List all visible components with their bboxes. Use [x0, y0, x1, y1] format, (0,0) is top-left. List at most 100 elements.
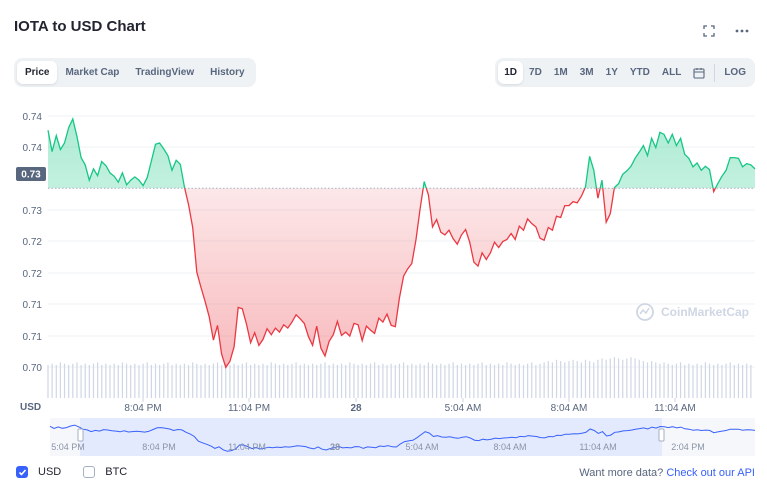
y-tick-label: 0.71 — [23, 300, 43, 311]
y-axis: 0.74 0.74 0.73 0.72 0.72 0.71 0.71 0.70 — [23, 112, 43, 374]
volume-bar — [88, 365, 90, 398]
volume-bar — [357, 365, 359, 398]
volume-bar — [659, 363, 661, 398]
y-tick-label: 0.74 — [23, 112, 43, 123]
volume-bar — [212, 363, 214, 398]
volume-bar — [72, 363, 74, 398]
legend-usd[interactable]: USD — [16, 466, 61, 478]
volume-bar — [179, 365, 181, 398]
volume-bar — [423, 365, 425, 398]
volume-bar — [721, 365, 723, 398]
volume-bar — [626, 358, 628, 398]
volume-bar — [667, 363, 669, 398]
volume-bar — [502, 365, 504, 398]
volume-bar — [125, 363, 128, 398]
checkbox-unchecked-icon[interactable] — [83, 466, 96, 478]
price-chart: 0.74 0.74 0.73 0.72 0.72 0.71 0.71 0.70 0.73 US… — [16, 112, 756, 456]
navigator-tick-label: 11:04 AM — [579, 442, 616, 452]
volume-bar — [456, 365, 458, 398]
volume-bar — [638, 359, 640, 398]
volume-bar — [192, 362, 194, 398]
x-tick-label: 11:04 PM — [228, 403, 270, 414]
volume-bar — [493, 365, 496, 398]
navigator-left-handle[interactable] — [77, 428, 84, 442]
volume-bar — [142, 363, 144, 398]
volume-bar — [522, 365, 525, 398]
y-tick-label: 0.71 — [23, 332, 43, 343]
volume-bar — [436, 365, 438, 398]
volume-bar — [361, 363, 363, 398]
volume-bar — [717, 363, 719, 398]
volume-bar — [312, 363, 314, 398]
volume-bar — [741, 365, 744, 398]
volume-bar — [671, 365, 673, 398]
volume-bar — [270, 362, 272, 398]
volume-bar — [551, 362, 554, 398]
volume-bar — [725, 363, 727, 398]
volume-bar — [245, 362, 248, 398]
volume-bar — [328, 365, 330, 398]
volume-bar — [378, 365, 380, 398]
volume-bars — [47, 357, 752, 398]
volume-bar — [303, 363, 305, 398]
navigator-tick-label: 2:04 PM — [671, 442, 705, 452]
volume-bar — [663, 362, 665, 398]
volume-bar — [713, 365, 715, 398]
volume-bar — [163, 363, 165, 398]
legend-btc[interactable]: BTC — [83, 466, 127, 478]
volume-bar — [97, 362, 99, 398]
volume-bar — [655, 362, 657, 398]
volume-bar — [704, 362, 706, 398]
checkbox-checked-icon[interactable] — [16, 466, 28, 478]
volume-bar — [402, 362, 405, 398]
volume-bar — [630, 357, 632, 398]
volume-bar — [580, 362, 582, 398]
currency-axis-label: USD — [20, 402, 41, 413]
volume-bar — [225, 363, 227, 398]
volume-bar — [750, 365, 752, 398]
volume-bar — [642, 361, 644, 398]
watermark: CoinMarketCap — [636, 303, 749, 321]
volume-bar — [345, 365, 347, 398]
volume-bar — [535, 365, 537, 398]
volume-bar — [729, 362, 731, 398]
volume-bar — [171, 365, 173, 398]
volume-bar — [651, 361, 653, 398]
watermark-text: CoinMarketCap — [661, 305, 749, 319]
volume-bar — [613, 357, 616, 398]
volume-bar — [340, 363, 343, 398]
baseline-badge: 0.73 — [16, 167, 46, 181]
volume-bar — [431, 363, 434, 398]
volume-bar — [696, 363, 698, 398]
volume-bar — [332, 363, 334, 398]
volume-bar — [175, 363, 177, 398]
navigator-tick-label: 11:04 PM — [228, 442, 266, 452]
volume-bar — [287, 365, 289, 398]
volume-bar — [68, 365, 70, 398]
volume-bar — [63, 363, 66, 398]
navigator-right-handle[interactable] — [658, 428, 665, 442]
volume-bar — [407, 365, 409, 398]
volume-bar — [510, 363, 512, 398]
y-tick-label: 0.72 — [23, 237, 43, 248]
volume-bar — [208, 365, 210, 398]
volume-bar — [84, 363, 86, 398]
volume-bar — [167, 362, 169, 398]
x-tick-label: 28 — [350, 403, 362, 414]
api-link[interactable]: Check out our API — [666, 467, 755, 479]
volume-bar — [464, 365, 467, 398]
volume-bar — [609, 358, 611, 398]
x-tick-label: 5:04 AM — [445, 403, 482, 414]
volume-bar — [498, 363, 500, 398]
navigator-tick-label: 8:04 AM — [493, 442, 526, 452]
range-navigator[interactable]: 5:04 PM 8:04 PM 11:04 PM 28 5:04 AM 8:04 AM 11… — [49, 418, 756, 456]
volume-bar — [485, 365, 487, 398]
volume-bar — [76, 362, 78, 398]
x-tick-label: 8:04 PM — [124, 403, 161, 414]
volume-bar — [92, 363, 95, 398]
volume-bar — [584, 359, 587, 398]
volume-bar — [737, 363, 740, 398]
volume-bar — [316, 365, 318, 398]
volume-bar — [187, 365, 190, 398]
y-tick-label: 0.74 — [23, 143, 43, 154]
